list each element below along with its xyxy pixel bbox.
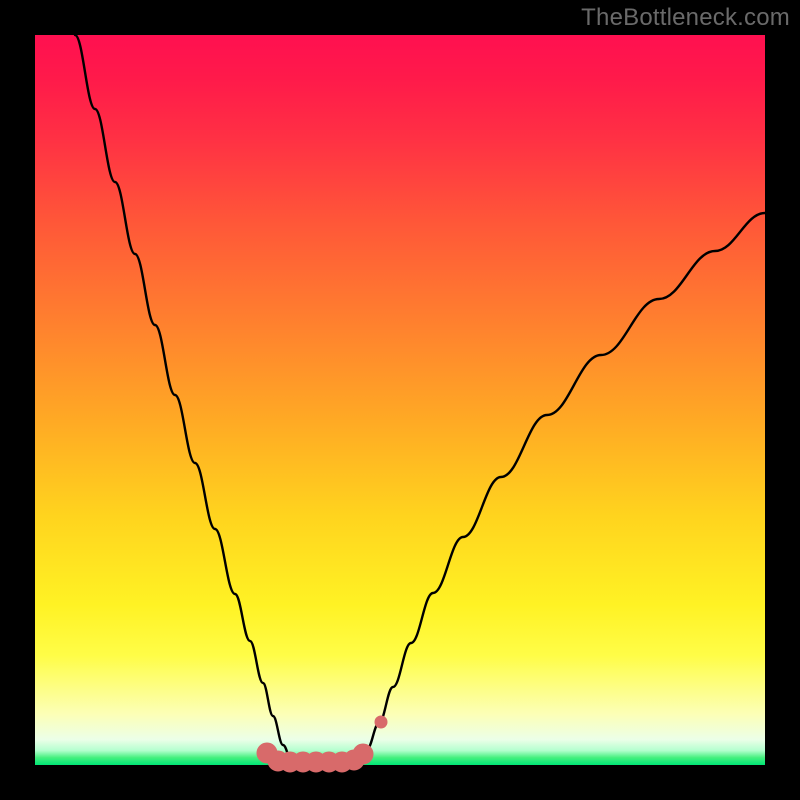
curve-right-branch [357, 213, 765, 765]
curve-marker [353, 744, 373, 764]
chart-svg [35, 35, 765, 765]
watermark-text: TheBottleneck.com [581, 4, 790, 32]
chart-frame: TheBottleneck.com [0, 0, 800, 800]
curve-marker [375, 716, 387, 728]
curve-left-branch [75, 35, 293, 765]
